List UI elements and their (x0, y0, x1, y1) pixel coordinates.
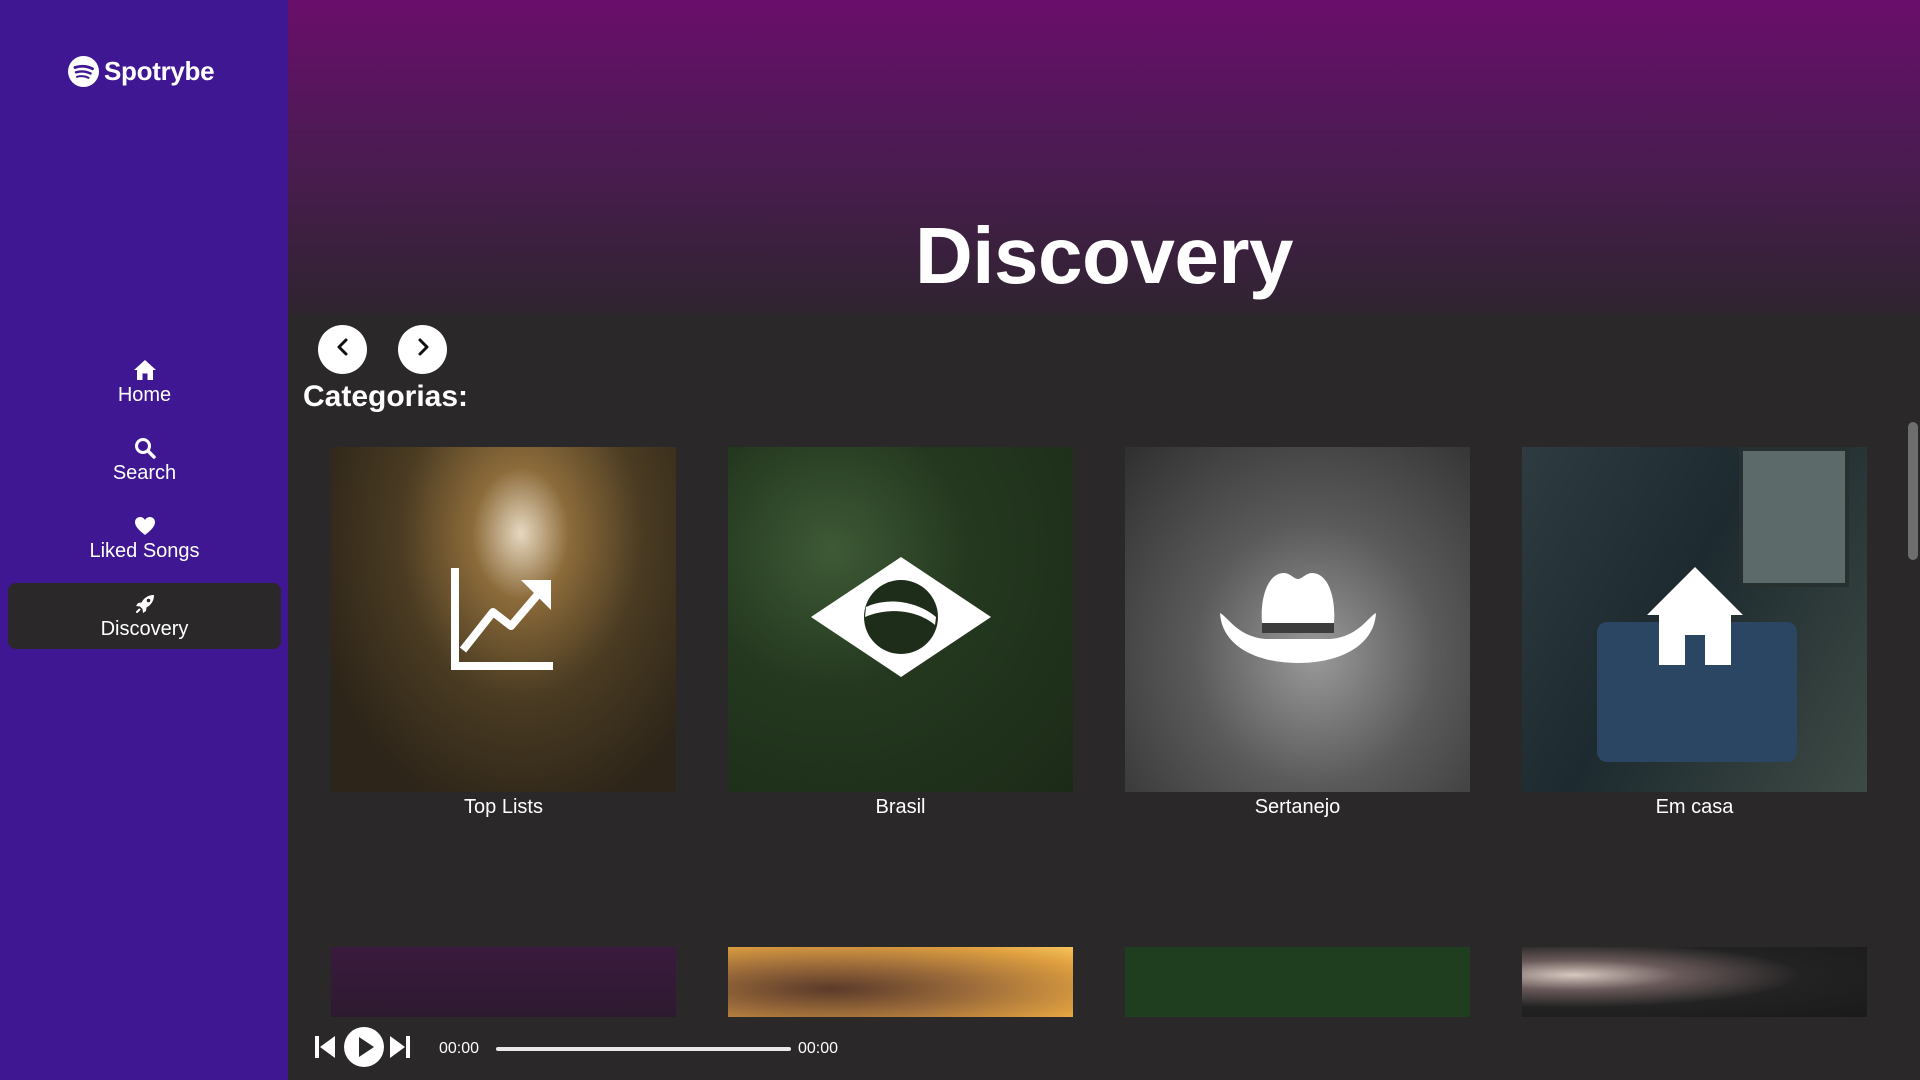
category-card[interactable] (1522, 947, 1867, 1017)
chevron-right-icon (413, 337, 433, 362)
category-image (1522, 447, 1867, 792)
category-label: Sertanejo (1254, 796, 1341, 818)
heart-icon (133, 514, 157, 538)
category-card-em-casa[interactable]: Em casa (1522, 447, 1867, 819)
category-image (1125, 447, 1470, 792)
home-icon (133, 358, 157, 382)
progress-bar[interactable] (496, 1047, 791, 1051)
previous-page-button[interactable] (318, 325, 367, 374)
next-page-button[interactable] (398, 325, 447, 374)
category-card[interactable] (331, 947, 676, 1017)
app-name: Spotrybe (104, 56, 215, 86)
sidebar-item-search[interactable]: Search (8, 427, 281, 493)
background-window (1739, 447, 1849, 587)
category-image (1125, 947, 1470, 1017)
category-image (728, 447, 1073, 792)
sidebar-item-liked-songs[interactable]: Liked Songs (8, 505, 281, 571)
next-track-button[interactable] (388, 1018, 412, 1080)
sidebar-item-label: Discovery (100, 617, 189, 640)
scrollbar-thumb[interactable] (1908, 422, 1918, 560)
sidebar-item-discovery[interactable]: Discovery (8, 583, 281, 649)
duration: 00:00 (798, 1040, 839, 1057)
category-image (331, 947, 676, 1017)
category-image (728, 947, 1073, 1017)
play-icon (343, 1026, 385, 1073)
search-icon (133, 436, 157, 460)
rocket-icon (133, 592, 157, 616)
category-label: Em casa (1655, 796, 1734, 818)
category-grid: Top Lists Brasil Sertanejo Em casa (331, 447, 1867, 819)
house-icon (1645, 565, 1745, 674)
sidebar-item-label: Home (117, 383, 172, 406)
category-label: Brasil (875, 796, 926, 818)
trending-up-icon (449, 562, 559, 677)
section-title: Categorias: (303, 380, 469, 413)
sidebar-item-home[interactable]: Home (8, 349, 281, 415)
player-bar: 00:00 00:00 (288, 1018, 1920, 1080)
page-title: Discovery (915, 211, 1293, 300)
chevron-left-icon (333, 337, 353, 362)
category-grid-row-2 (331, 947, 1867, 1017)
sidebar-item-label: Liked Songs (89, 539, 200, 562)
spotify-logo-icon (68, 56, 99, 87)
category-image (331, 447, 676, 792)
main-content: Discovery Categorias: Top Lists Brasil S… (288, 0, 1920, 1018)
category-card[interactable] (1125, 947, 1470, 1017)
cowboy-hat-icon (1218, 567, 1378, 672)
previous-track-button[interactable] (313, 1018, 337, 1080)
current-time: 00:00 (439, 1040, 480, 1057)
sidebar: Spotrybe Home Search Liked Songs Discove… (0, 0, 288, 1080)
skip-back-icon (314, 1034, 336, 1065)
play-button[interactable] (343, 1018, 385, 1080)
app-logo[interactable]: Spotrybe (68, 56, 215, 87)
sidebar-item-label: Search (112, 461, 177, 484)
category-card-top-lists[interactable]: Top Lists (331, 447, 676, 819)
brazil-flag-icon (809, 555, 993, 684)
skip-forward-icon (389, 1034, 411, 1065)
category-card[interactable] (728, 947, 1073, 1017)
category-label: Top Lists (464, 796, 543, 818)
category-image (1522, 947, 1867, 1017)
category-card-brasil[interactable]: Brasil (728, 447, 1073, 819)
category-card-sertanejo[interactable]: Sertanejo (1125, 447, 1470, 819)
sidebar-nav: Home Search Liked Songs Discovery (8, 349, 281, 661)
